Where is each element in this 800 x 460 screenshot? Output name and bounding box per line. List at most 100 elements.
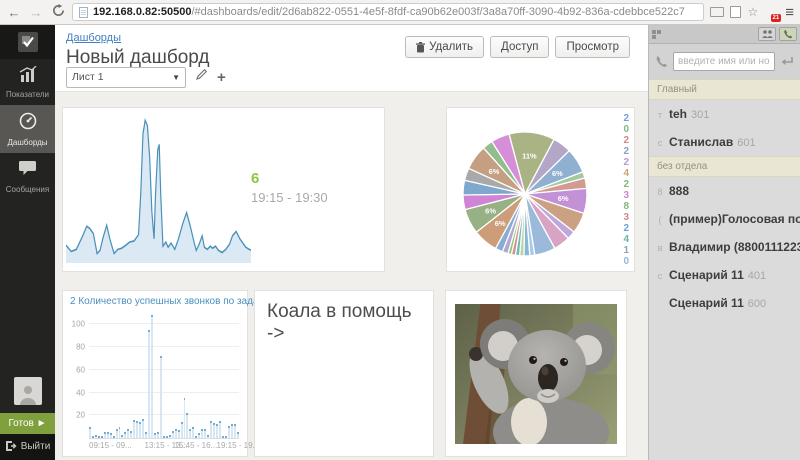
exit-door-icon [5,440,17,452]
sidebar-item-dashboards[interactable]: Дашборды [0,105,55,153]
person-icon [18,383,38,405]
contact-number: 600 [748,298,766,310]
address-bar[interactable]: 192.168.0.82:50500/#dashboards/edit/2d6a… [72,3,704,21]
bar [133,420,135,438]
bar [136,421,138,438]
pie-legend-value: 1 [623,245,629,256]
badge-count: 21 [771,14,782,22]
sheet-select-value: Лист 1 [72,71,104,83]
cast-icon[interactable] [710,7,724,17]
bar-x-tick: 15:45 - 16... [175,441,218,450]
pie-legend-value: 2 [623,157,629,168]
pie-legend-value: 0 [623,256,629,267]
bar [157,432,159,438]
bar [228,426,230,439]
contact-row[interactable]: вВладимир (88001112233)500 [649,233,800,261]
pie-legend-value: 2 [623,135,629,146]
access-button[interactable]: Доступ [490,36,549,58]
bar [189,429,191,438]
bar [127,429,129,438]
bar [166,436,168,438]
delete-button-label: Удалить [429,41,473,53]
line-chart-svg [66,115,251,263]
ready-status-button[interactable]: Готов ► [0,413,55,434]
bar [101,436,103,438]
contact-row[interactable]: Сценарий 11 600 [649,289,800,317]
preview-button[interactable]: Просмотр [555,36,630,58]
pie-legend-value: 2 [623,179,629,190]
reload-icon[interactable] [50,4,66,20]
widget-image[interactable] [445,290,627,457]
contact-group-header: Главный [649,79,800,100]
pie-legend-value: 0 [623,124,629,135]
contact-row[interactable]: сСтанислав601 [649,128,800,156]
browser-chrome: ← → 192.168.0.82:50500/#dashboards/edit/… [0,0,800,25]
svg-text:6%: 6% [489,167,500,176]
bar [172,431,174,438]
widget-pie-chart[interactable]: 11%6%6%6%6%6% 20222423832410 [446,107,635,272]
pie-legend-value: 2 [623,113,629,124]
pie-legend-value: 4 [623,168,629,179]
bar [195,436,197,438]
app-logo[interactable] [0,25,55,59]
url-path: /#dashboards/edit/2d6ab822-0551-4e5f-8fd… [191,6,684,18]
widget-text[interactable]: Коала в помощь -> [254,290,434,457]
dialer-tab-button[interactable] [779,27,797,41]
logo-check-icon [18,32,38,52]
add-sheet-button[interactable]: + [217,70,226,85]
bar [139,422,141,438]
gauge-icon [19,112,37,135]
bar [130,431,132,438]
contact-name: Сценарий 11 [669,296,744,310]
bar [110,433,112,438]
edit-sheet-button[interactable] [195,68,208,86]
handset-icon [655,55,668,68]
bar-chart-title: 2 Количество успешных звонков по задачам [70,296,276,307]
contact-row[interactable]: 8888 [649,177,800,205]
contact-number: 601 [737,137,755,149]
bar [98,436,100,438]
contact-row[interactable]: ((пример)Голосовая почта999 [649,205,800,233]
sidebar-item-indicators[interactable]: Показатели [0,59,55,105]
bar [181,422,183,438]
contact-name: 888 [669,184,689,198]
bar [148,330,150,438]
bar [175,429,177,438]
enter-arrow-icon[interactable] [780,57,794,67]
bar [124,432,126,438]
contacts-tab-button[interactable] [758,27,776,41]
forward-icon[interactable]: → [28,5,44,20]
contact-prefix: т [655,110,665,120]
panel-grid-icon [652,30,662,39]
phone-panel-toolbar [649,25,800,44]
extension-badge-icon[interactable]: 21 [764,5,779,20]
sidebar-item-messages[interactable]: Сообщения [0,153,55,200]
pie-legend-value: 8 [623,201,629,212]
sidebar-item-label: Показатели [6,90,49,99]
contact-prefix: 8 [655,187,665,197]
sheet-select[interactable]: Лист 1 ▼ [66,67,186,88]
breadcrumb[interactable]: Дашборды [66,32,121,44]
pie-legend: 20222423832410 [623,113,629,271]
contact-row[interactable]: тteh301 [649,100,800,128]
logout-button[interactable]: Выйти [0,434,55,460]
widget-line-chart[interactable]: 6 19:15 - 19:30 [62,107,385,272]
bar [151,315,153,438]
bookmark-star-icon[interactable]: ☆ [747,5,758,19]
bar [225,436,227,438]
avatar[interactable] [14,377,42,405]
svg-text:6%: 6% [558,194,569,203]
delete-button[interactable]: Удалить [405,36,484,58]
widget-bar-chart[interactable]: 2 Количество успешных звонков по задачам… [62,290,248,457]
bar [192,427,194,438]
contact-group-header: без отдела [649,156,800,177]
back-icon[interactable]: ← [6,5,22,20]
bar-y-label: 100 [65,320,85,329]
browser-menu-icon[interactable]: ≡ [785,4,794,21]
text-widget-content: Коала в помощь -> [267,301,412,344]
clipboard-icon[interactable] [730,6,741,18]
bar [119,427,121,438]
contact-row[interactable]: сСценарий 11401 [649,261,800,289]
contact-number: 301 [691,109,709,121]
search-input[interactable] [673,52,775,71]
